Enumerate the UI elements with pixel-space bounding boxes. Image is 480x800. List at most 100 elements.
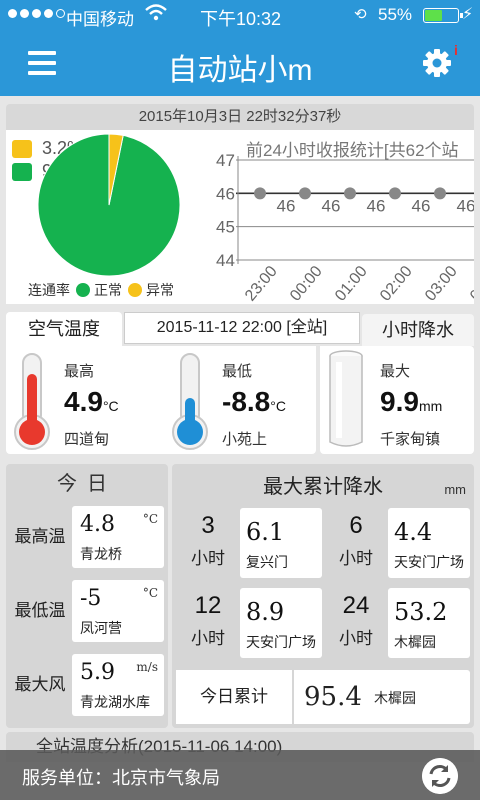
accumulated-rain-panel: 最大累计降水 mm 3 小时 6.1 复兴门 6 小时 4.4 天安门广场 12 小时 8… bbox=[172, 464, 474, 728]
chart-xtick-label: 01:00 bbox=[332, 263, 371, 304]
carrier-name: 中国移动 bbox=[66, 10, 134, 29]
accum-cell[interactable]: 6 小时 4.4 天安门广场 bbox=[324, 506, 472, 580]
observation-date-selector[interactable]: 2015-11-12 22:00 [全站] bbox=[124, 312, 360, 344]
today-row-site: 青龙桥 bbox=[80, 546, 122, 562]
today-row-box: 5.9 m/s 青龙湖水库 bbox=[72, 654, 164, 716]
max-temp-value: 4.9°C bbox=[64, 386, 119, 417]
chart-ytick-label: 47 bbox=[216, 151, 235, 170]
today-row[interactable]: 最大风 5.9 m/s 青龙湖水库 bbox=[10, 652, 164, 718]
accum-site: 天安门广场 bbox=[394, 554, 464, 570]
accum-hours: 12 bbox=[194, 592, 222, 619]
normal-label: 正常 bbox=[94, 282, 122, 298]
notification-badge: i bbox=[454, 42, 458, 58]
chart-xtick-label: 23:00 bbox=[242, 263, 281, 304]
refresh-icon[interactable] bbox=[422, 758, 458, 794]
chart-point bbox=[344, 187, 356, 200]
lock-rotation-icon: ⟲ bbox=[354, 6, 367, 23]
abnormal-dot bbox=[128, 283, 142, 297]
day-total-row[interactable]: 今日累计 95.4 木樨园 bbox=[176, 670, 470, 724]
status-time: 下午10:32 bbox=[200, 9, 282, 29]
chart-ytick-label: 46 bbox=[216, 184, 235, 203]
today-row-box: 4.8 °C 青龙桥 bbox=[72, 506, 164, 568]
accumulated-rain-unit: mm bbox=[444, 482, 466, 497]
footer-bar: 服务单位：北京市气象局 bbox=[0, 750, 480, 800]
max-temp-label: 最高 bbox=[64, 363, 95, 380]
accum-site: 木樨园 bbox=[394, 634, 436, 650]
min-temp-value: -8.8°C bbox=[222, 386, 286, 417]
accum-hour-label: 小时 bbox=[191, 629, 225, 648]
accum-cell[interactable]: 24 小时 53.2 木樨园 bbox=[324, 586, 472, 660]
chart-point bbox=[434, 187, 446, 200]
today-row-box: -5 °C 凤河营 bbox=[72, 580, 164, 642]
day-total-site: 木樨园 bbox=[374, 690, 416, 706]
today-row-unit: m/s bbox=[136, 660, 158, 674]
connectivity-pie-chart bbox=[37, 133, 181, 277]
accum-site: 天安门广场 bbox=[246, 634, 316, 650]
thermometer-cold-icon bbox=[172, 353, 208, 450]
battery-icon bbox=[423, 8, 463, 23]
min-temp-site: 小苑上 bbox=[222, 431, 268, 448]
accum-site: 复兴门 bbox=[246, 554, 288, 570]
accum-hour-label: 小时 bbox=[339, 629, 373, 648]
today-row-unit: °C bbox=[142, 586, 158, 600]
chart-point-label: 46 bbox=[277, 196, 296, 215]
charging-icon: ⚡ bbox=[462, 6, 474, 23]
max-rain-label: 最大 bbox=[380, 363, 411, 380]
report-datetime: 2015年10月3日 22时32分37秒 bbox=[6, 104, 474, 130]
today-row-value: 4.8 bbox=[80, 512, 115, 537]
today-row-value: 5.9 bbox=[80, 660, 115, 685]
max-temp-site: 四道甸 bbox=[64, 431, 110, 448]
signal-icon bbox=[8, 9, 65, 18]
temperature-panel: 最高 4.9°C 四道甸 最低 -8.8°C 小苑上 bbox=[6, 346, 316, 454]
rain-gauge-icon bbox=[329, 350, 363, 447]
min-temp-label: 最低 bbox=[222, 363, 253, 380]
accum-value: 6.1 bbox=[246, 518, 285, 546]
report-line-chart-panel: 前24小时收报统计[共62个站 47 46 45 44 46 23:00 46 00:00 46… bbox=[206, 130, 474, 304]
accum-hours: 6 bbox=[349, 512, 363, 539]
max-rain-site: 千家甸镇 bbox=[380, 431, 441, 448]
tab-air-temperature[interactable]: 空气温度 bbox=[6, 312, 122, 346]
accum-hour-label: 小时 bbox=[339, 549, 373, 568]
accum-value: 4.4 bbox=[394, 518, 433, 546]
chart-point bbox=[254, 187, 266, 200]
chart-point bbox=[389, 187, 401, 200]
normal-dot bbox=[76, 283, 90, 297]
chart-xtick-label: 03:00 bbox=[422, 263, 461, 304]
chart-point-label: 46 bbox=[412, 196, 431, 215]
report-line-chart: 47 46 45 44 46 23:00 46 00:00 46 01:00 46 02:00 46 03… bbox=[216, 151, 474, 304]
chart-point-label: 46 bbox=[457, 196, 474, 215]
accum-value: 8.9 bbox=[246, 598, 285, 626]
chart-xtick-label: 04:0 bbox=[467, 270, 474, 304]
accumulated-rain-title: 最大累计降水 bbox=[263, 476, 383, 498]
max-rain-value: 9.9mm bbox=[380, 386, 443, 417]
today-panel: 今日 最高温 4.8 °C 青龙桥 最低温 -5 °C 凤河营 最大风 5.9 … bbox=[6, 464, 168, 728]
chart-point-label: 46 bbox=[322, 196, 341, 215]
today-title: 今日 bbox=[57, 473, 117, 495]
accum-cell[interactable]: 12 小时 8.9 天安门广场 bbox=[176, 586, 324, 660]
chart-point-label: 46 bbox=[367, 196, 386, 215]
thermometer-hot-icon bbox=[14, 353, 50, 450]
app-header: 自动站小m i bbox=[0, 30, 480, 96]
chart-point bbox=[299, 187, 311, 200]
connectivity-panel: 3.2% 96.8% 连通率 正常 异常 bbox=[6, 130, 206, 304]
today-row-label: 最大风 bbox=[14, 675, 66, 694]
chart-ytick-label: 45 bbox=[216, 218, 235, 237]
day-total-label: 今日累计 bbox=[176, 670, 294, 724]
day-total-value: 95.4 bbox=[304, 682, 362, 712]
gear-icon[interactable] bbox=[422, 48, 452, 78]
today-row[interactable]: 最低温 -5 °C 凤河营 bbox=[10, 578, 164, 644]
tab-hourly-rain[interactable]: 小时降水 bbox=[362, 314, 474, 346]
abnormal-label: 异常 bbox=[146, 282, 174, 298]
accum-cell[interactable]: 3 小时 6.1 复兴门 bbox=[176, 506, 324, 580]
chart-ytick-label: 44 bbox=[216, 251, 235, 270]
today-row-site: 青龙湖水库 bbox=[80, 694, 150, 710]
hourly-rain-panel: 最大 9.9mm 千家甸镇 bbox=[320, 346, 474, 454]
today-row[interactable]: 最高温 4.8 °C 青龙桥 bbox=[10, 504, 164, 570]
chart-xtick-label: 02:00 bbox=[377, 263, 416, 304]
today-row-value: -5 bbox=[80, 586, 102, 611]
battery-percent: 55% bbox=[378, 5, 413, 24]
accum-hour-label: 小时 bbox=[191, 549, 225, 568]
pie-legend: 连通率 正常 异常 bbox=[28, 280, 174, 300]
today-row-site: 凤河营 bbox=[80, 620, 122, 636]
app-title: 自动站小m bbox=[167, 54, 313, 87]
